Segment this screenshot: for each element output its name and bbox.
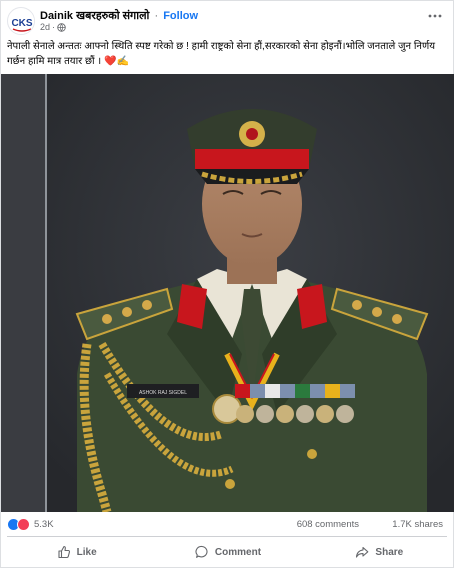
comment-count[interactable]: 608 comments: [297, 519, 359, 530]
page-avatar[interactable]: CKS: [7, 7, 35, 35]
post-photo[interactable]: ASHOK RAJ SIGDEL: [1, 74, 454, 512]
more-options-icon[interactable]: [427, 11, 443, 21]
name-separator: ·: [154, 10, 159, 22]
comment-label: Comment: [214, 546, 262, 558]
globe-icon: [57, 22, 66, 32]
page-name[interactable]: Dainik खबरहरुको संगालो: [40, 10, 149, 22]
post-time[interactable]: 2d: [40, 22, 50, 32]
reaction-count: 5.3K: [34, 519, 54, 530]
post-meta: 2d ·: [40, 22, 66, 32]
share-label: Share: [375, 546, 404, 558]
name-tag: ASHOK RAJ SIGDEL: [139, 390, 187, 396]
follow-button[interactable]: Follow: [163, 10, 198, 22]
post-stats: 5.3K 608 comments 1.7K shares: [7, 516, 447, 534]
actions-divider: [7, 536, 447, 537]
post-card: CKS Dainik खबरहरुको संगालो · Follow 2d ·: [0, 0, 454, 568]
like-button[interactable]: Like: [1, 539, 152, 565]
time-separator: ·: [52, 22, 56, 32]
photo-left-band: [1, 74, 47, 512]
share-icon: [356, 546, 369, 558]
share-count[interactable]: 1.7K shares: [392, 519, 443, 530]
post-text: नेपाली सेनाले अन्ततः आफ्नो स्थिति स्पष्ट…: [7, 41, 435, 67]
comment-icon: [195, 545, 208, 558]
post-header: CKS Dainik खबरहरुको संगालो · Follow 2d ·: [7, 7, 447, 35]
reactions-summary[interactable]: 5.3K: [7, 518, 54, 531]
share-button[interactable]: Share: [304, 539, 454, 565]
thumbs-up-icon: [58, 545, 70, 559]
officer-portrait: ASHOK RAJ SIGDEL: [47, 74, 454, 512]
love-reaction-icon: [17, 518, 30, 531]
comment-button[interactable]: Comment: [152, 539, 303, 565]
page-logo-icon: CKS: [9, 9, 34, 34]
post-actions: Like Comment Share: [1, 539, 454, 565]
page-name-line: Dainik खबरहरुको संगालो · Follow: [40, 8, 198, 23]
like-label: Like: [76, 546, 97, 558]
avatar-logo-text: CKS: [11, 18, 32, 29]
